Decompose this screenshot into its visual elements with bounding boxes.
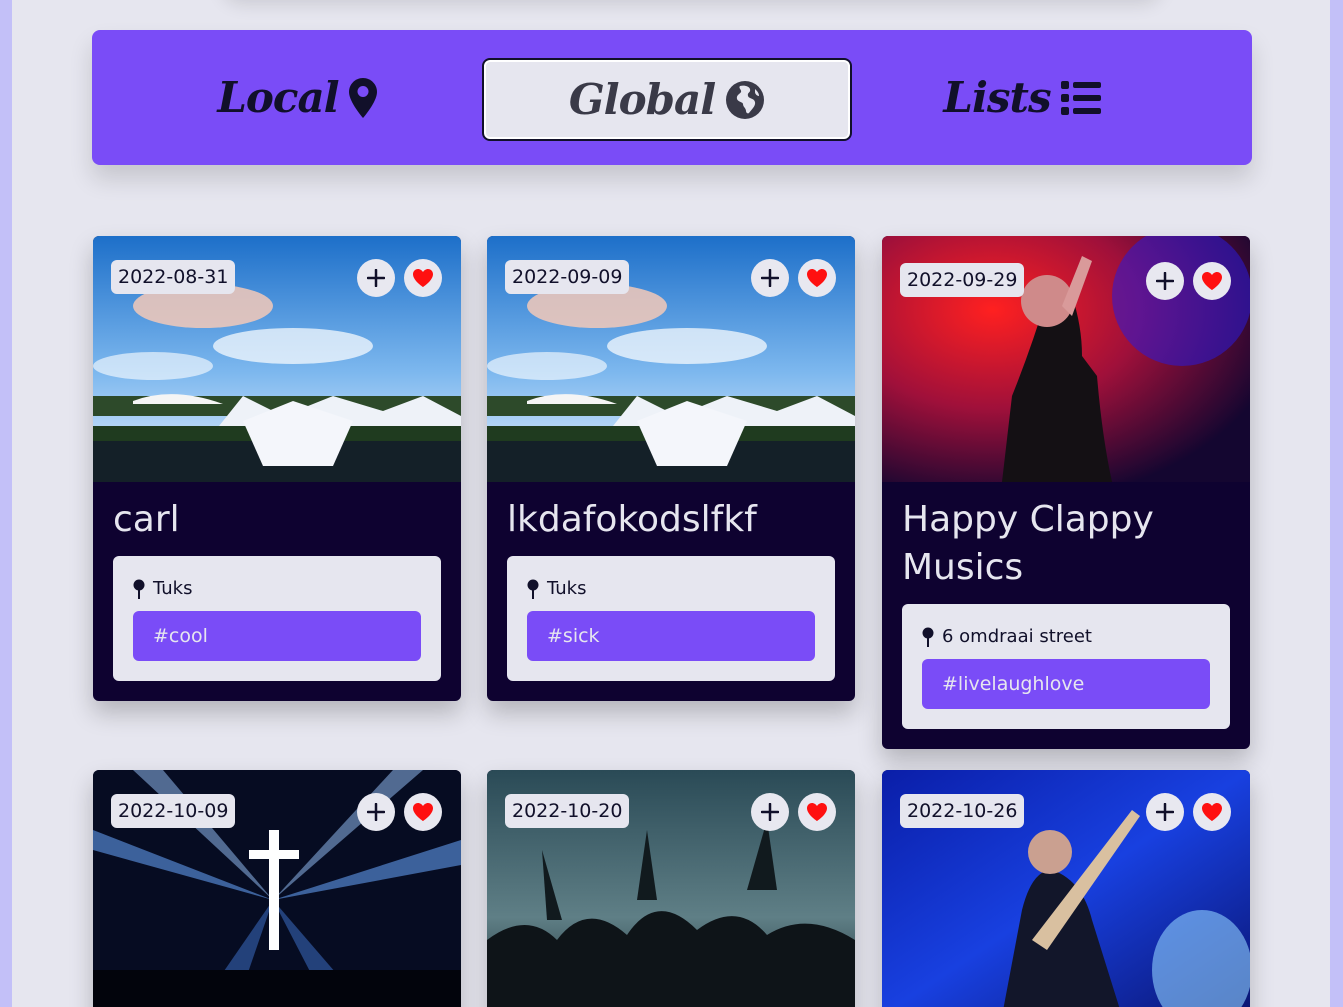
- date-badge: 2022-10-09: [111, 794, 236, 828]
- page: Local Global Lists 2022-08-31 carl Tuks …: [12, 0, 1330, 1007]
- event-info: Tuks #sick: [507, 556, 835, 681]
- add-to-list-button[interactable]: [1146, 262, 1184, 300]
- date-badge: 2022-10-26: [900, 794, 1025, 828]
- event-title: Happy Clappy Musics: [902, 499, 1154, 588]
- add-to-list-button[interactable]: [751, 793, 789, 831]
- plus-icon: [761, 269, 779, 287]
- plus-icon: [367, 269, 385, 287]
- date-badge: 2022-09-09: [505, 260, 630, 294]
- plus-icon: [367, 803, 385, 821]
- event-image: 2022-09-29: [882, 236, 1250, 482]
- event-location: Tuks: [527, 578, 815, 599]
- event-card[interactable]: 2022-08-31 carl Tuks #cool: [93, 236, 461, 701]
- event-location-label: Tuks: [153, 578, 193, 599]
- event-card[interactable]: 2022-10-09: [93, 770, 461, 1007]
- tab-global-label: Global: [568, 75, 716, 124]
- heart-icon: [1202, 272, 1222, 290]
- heart-icon: [1202, 803, 1222, 821]
- map-marker-icon: [348, 77, 377, 118]
- add-to-list-button[interactable]: [357, 259, 395, 297]
- heart-icon: [807, 803, 827, 821]
- heart-icon: [413, 269, 433, 287]
- like-button[interactable]: [798, 259, 836, 297]
- event-location-label: 6 omdraai street: [942, 626, 1092, 647]
- event-title: carl: [113, 499, 180, 540]
- tab-local-label: Local: [217, 73, 339, 122]
- plus-icon: [761, 803, 779, 821]
- event-tag[interactable]: #cool: [133, 611, 421, 661]
- like-button[interactable]: [1193, 262, 1231, 300]
- event-image: 2022-09-09: [487, 236, 855, 482]
- like-button[interactable]: [404, 259, 442, 297]
- tab-local[interactable]: Local: [187, 58, 407, 137]
- tab-lists-label: Lists: [943, 73, 1051, 122]
- event-image: 2022-10-20: [487, 770, 855, 1007]
- add-to-list-button[interactable]: [357, 793, 395, 831]
- event-card[interactable]: 2022-10-26: [882, 770, 1250, 1007]
- plus-icon: [1156, 272, 1174, 290]
- event-tag[interactable]: #livelaughlove: [922, 659, 1210, 709]
- like-button[interactable]: [1193, 793, 1231, 831]
- event-image: 2022-10-09: [93, 770, 461, 1007]
- event-location-label: Tuks: [547, 578, 587, 599]
- event-location: Tuks: [133, 578, 421, 599]
- like-button[interactable]: [798, 793, 836, 831]
- tab-global[interactable]: Global: [482, 58, 852, 141]
- event-image: 2022-08-31: [93, 236, 461, 482]
- event-info: 6 omdraai street #livelaughlove: [902, 604, 1230, 729]
- map-pin-icon: [527, 579, 539, 599]
- date-badge: 2022-10-20: [505, 794, 630, 828]
- map-pin-icon: [922, 627, 934, 647]
- event-card[interactable]: 2022-09-09 lkdafokodslfkf Tuks #sick: [487, 236, 855, 701]
- heart-icon: [807, 269, 827, 287]
- plus-icon: [1156, 803, 1174, 821]
- navbar: Local Global Lists: [92, 30, 1252, 165]
- event-info: Tuks #cool: [113, 556, 441, 681]
- date-badge: 2022-09-29: [900, 263, 1025, 297]
- event-card[interactable]: 2022-09-29 Happy Clappy Musics 6 omdraai…: [882, 236, 1250, 749]
- event-tag[interactable]: #sick: [527, 611, 815, 661]
- tab-lists[interactable]: Lists: [912, 58, 1132, 137]
- event-title: lkdafokodslfkf: [507, 499, 757, 540]
- date-badge: 2022-08-31: [111, 260, 236, 294]
- like-button[interactable]: [404, 793, 442, 831]
- event-card[interactable]: 2022-10-20: [487, 770, 855, 1007]
- list-icon: [1060, 80, 1101, 115]
- map-pin-icon: [133, 579, 145, 599]
- event-image: 2022-10-26: [882, 770, 1250, 1007]
- add-to-list-button[interactable]: [751, 259, 789, 297]
- globe-africa-icon: [725, 80, 765, 120]
- heart-icon: [413, 803, 433, 821]
- add-to-list-button[interactable]: [1146, 793, 1184, 831]
- event-location: 6 omdraai street: [922, 626, 1210, 647]
